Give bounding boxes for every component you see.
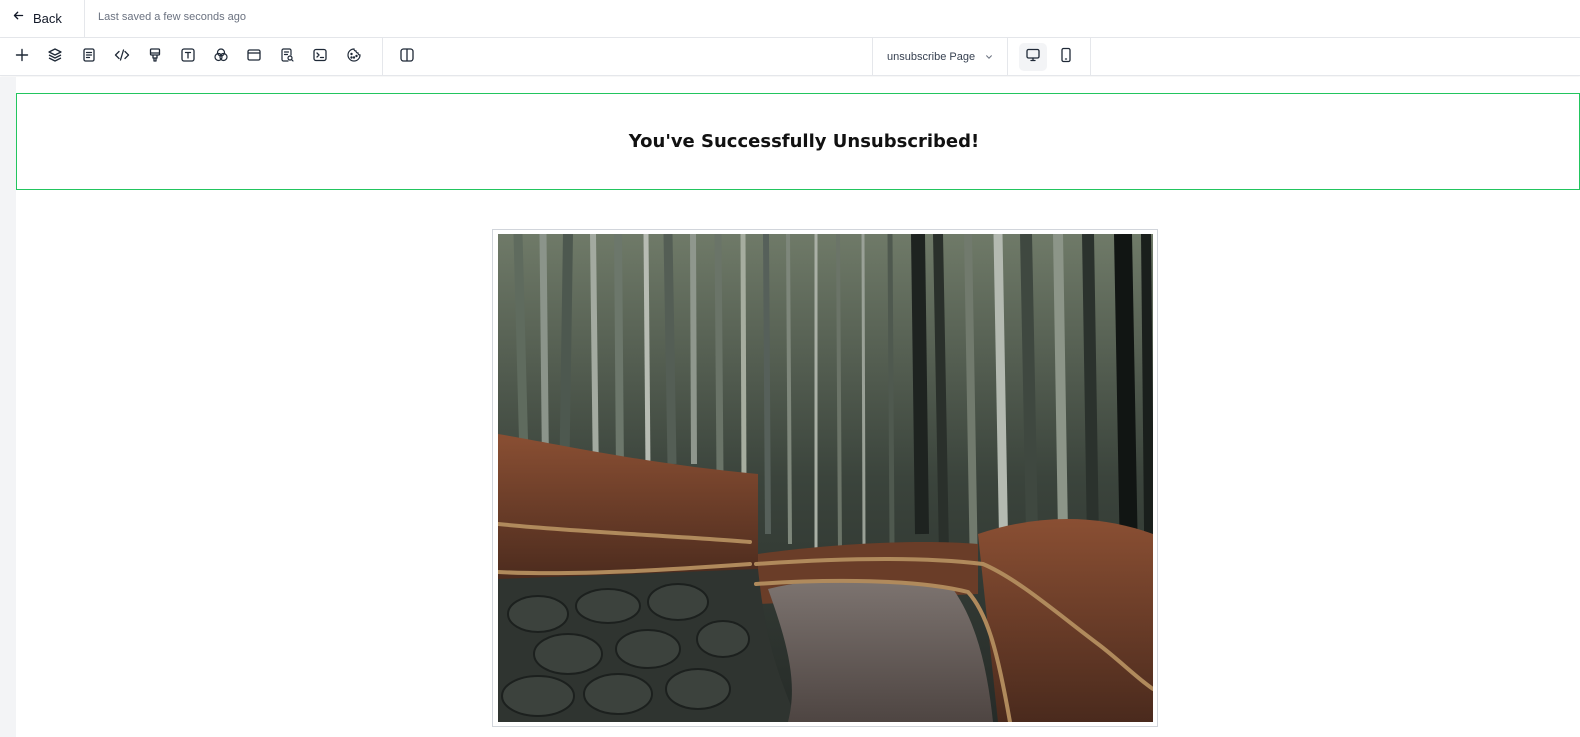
desktop-view-button[interactable] [1019,43,1047,71]
mobile-icon [1058,47,1074,68]
split-view-button[interactable] [395,45,419,69]
custom-code-button[interactable] [110,45,134,69]
save-status: Last saved a few seconds ago [98,11,246,23]
desktop-icon [1025,47,1041,68]
browser-window-icon [246,47,262,68]
terminal-icon [312,47,328,68]
code-icon [114,47,130,68]
back-label: Back [33,10,62,26]
layers-icon [47,47,63,68]
page-select-dropdown[interactable]: unsubscribe Page [872,38,1008,76]
divider [382,38,383,76]
scripts-button[interactable] [308,45,332,69]
bamboo-forest-photo[interactable] [498,234,1153,722]
page-heading[interactable]: You've Successfully Unsubscribed! [629,131,979,152]
styles-button[interactable] [143,45,167,69]
arrow-left-icon [12,9,25,27]
seo-button[interactable] [275,45,299,69]
top-bar: Back Last saved a few seconds ago [0,0,1580,38]
plus-icon [14,47,30,68]
pages-button[interactable] [77,45,101,69]
page-select-value: unsubscribe Page [887,51,976,63]
text-icon [180,47,196,68]
add-element-button[interactable] [10,45,34,69]
divider [84,0,85,38]
color-circles-icon [213,47,229,68]
paint-brush-icon [147,47,163,68]
split-view-icon [399,47,415,68]
layers-button[interactable] [43,45,67,69]
mobile-view-button[interactable] [1052,43,1080,71]
back-button[interactable]: Back [12,8,62,28]
popup-button[interactable] [242,45,266,69]
typography-button[interactable] [176,45,200,69]
editor-toolbar: unsubscribe Page [0,38,1580,76]
colors-button[interactable] [209,45,233,69]
divider [1090,38,1091,76]
cookie-icon [346,47,362,68]
heading-section-selected[interactable]: You've Successfully Unsubscribed! [16,93,1580,190]
cookie-consent-button[interactable] [342,45,366,69]
page-icon [81,47,97,68]
page-search-icon [279,47,295,68]
